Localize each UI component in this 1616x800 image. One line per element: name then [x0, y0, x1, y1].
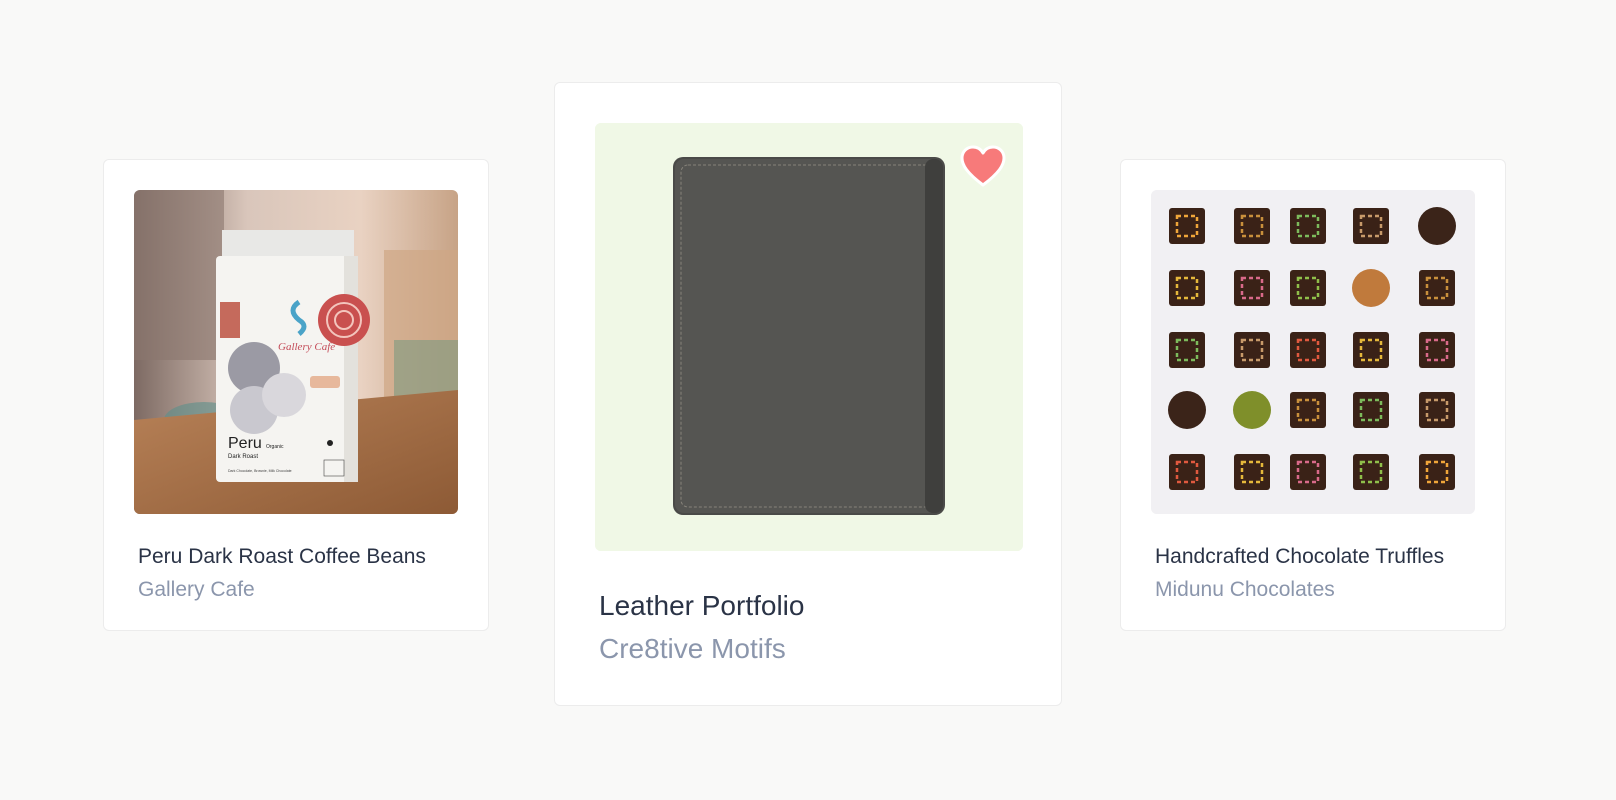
svg-text:Organic: Organic — [266, 444, 284, 450]
svg-text:Gallery Cafe: Gallery Cafe — [278, 341, 335, 353]
svg-text:Peru: Peru — [228, 435, 262, 452]
product-card-portfolio[interactable]: Leather Portfolio Cre8tive Motifs — [554, 82, 1062, 706]
product-maker[interactable]: Midunu Chocolates — [1155, 578, 1335, 602]
product-title[interactable]: Handcrafted Chocolate Truffles — [1155, 545, 1444, 569]
product-title[interactable]: Leather Portfolio — [599, 590, 804, 622]
product-card-coffee[interactable]: Gallery Cafe Peru Organic Dark Roast Dar… — [103, 159, 489, 631]
coffee-bag-photo[interactable]: Gallery Cafe Peru Organic Dark Roast Dar… — [134, 190, 458, 514]
product-title[interactable]: Peru Dark Roast Coffee Beans — [138, 545, 426, 569]
svg-text:Dark Chocolate, Brownie, Milk: Dark Chocolate, Brownie, Milk Chocolate — [228, 469, 292, 473]
product-maker[interactable]: Gallery Cafe — [138, 578, 255, 602]
heart-icon[interactable] — [959, 143, 1007, 191]
svg-text:Dark Roast: Dark Roast — [228, 454, 258, 460]
chocolate-truffles-photo[interactable] — [1151, 190, 1475, 514]
leather-portfolio-photo[interactable] — [595, 123, 1023, 551]
product-card-chocolates[interactable]: Handcrafted Chocolate Truffles Midunu Ch… — [1120, 159, 1506, 631]
product-maker[interactable]: Cre8tive Motifs — [599, 633, 786, 665]
